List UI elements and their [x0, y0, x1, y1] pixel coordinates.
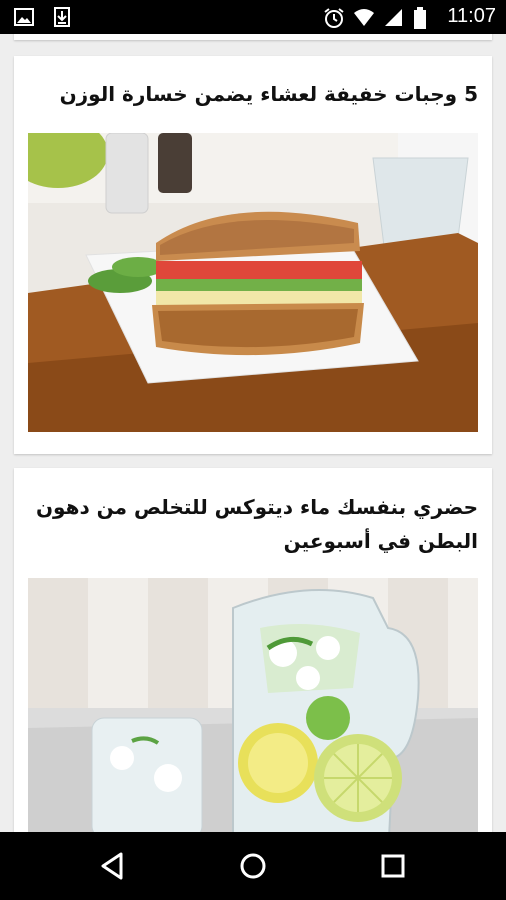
notification-icons [14, 7, 72, 27]
article-card[interactable]: حضري بنفسك ماء ديتوكس للتخلص من دهون الب… [14, 468, 492, 832]
article-image-detox-water[interactable] [28, 578, 478, 832]
article-feed[interactable]: 5 وجبات خفيفة لعشاء يضمن خسارة الوزن حضر… [0, 34, 506, 832]
status-bar: 11:07 [0, 0, 506, 34]
clock: 11:07 [447, 5, 496, 27]
article-image-sandwich[interactable] [28, 133, 478, 432]
recents-square-icon[interactable] [377, 850, 409, 882]
article-title[interactable]: 5 وجبات خفيفة لعشاء يضمن خسارة الوزن [14, 56, 492, 111]
cell-signal-icon [383, 7, 403, 27]
battery-icon [413, 6, 433, 29]
download-notification-icon [52, 7, 72, 27]
alarm-icon [323, 7, 345, 28]
article-card[interactable]: 5 وجبات خفيفة لعشاء يضمن خسارة الوزن [14, 56, 492, 454]
system-icons: 11:07 [323, 5, 496, 29]
previous-article-card[interactable] [14, 34, 492, 40]
article-title[interactable]: حضري بنفسك ماء ديتوكس للتخلص من دهون الب… [14, 468, 492, 558]
navigation-bar [0, 832, 506, 900]
wifi-icon [353, 7, 375, 27]
home-circle-icon[interactable] [237, 850, 269, 882]
image-notification-icon [14, 7, 34, 27]
back-triangle-icon[interactable] [97, 850, 129, 882]
